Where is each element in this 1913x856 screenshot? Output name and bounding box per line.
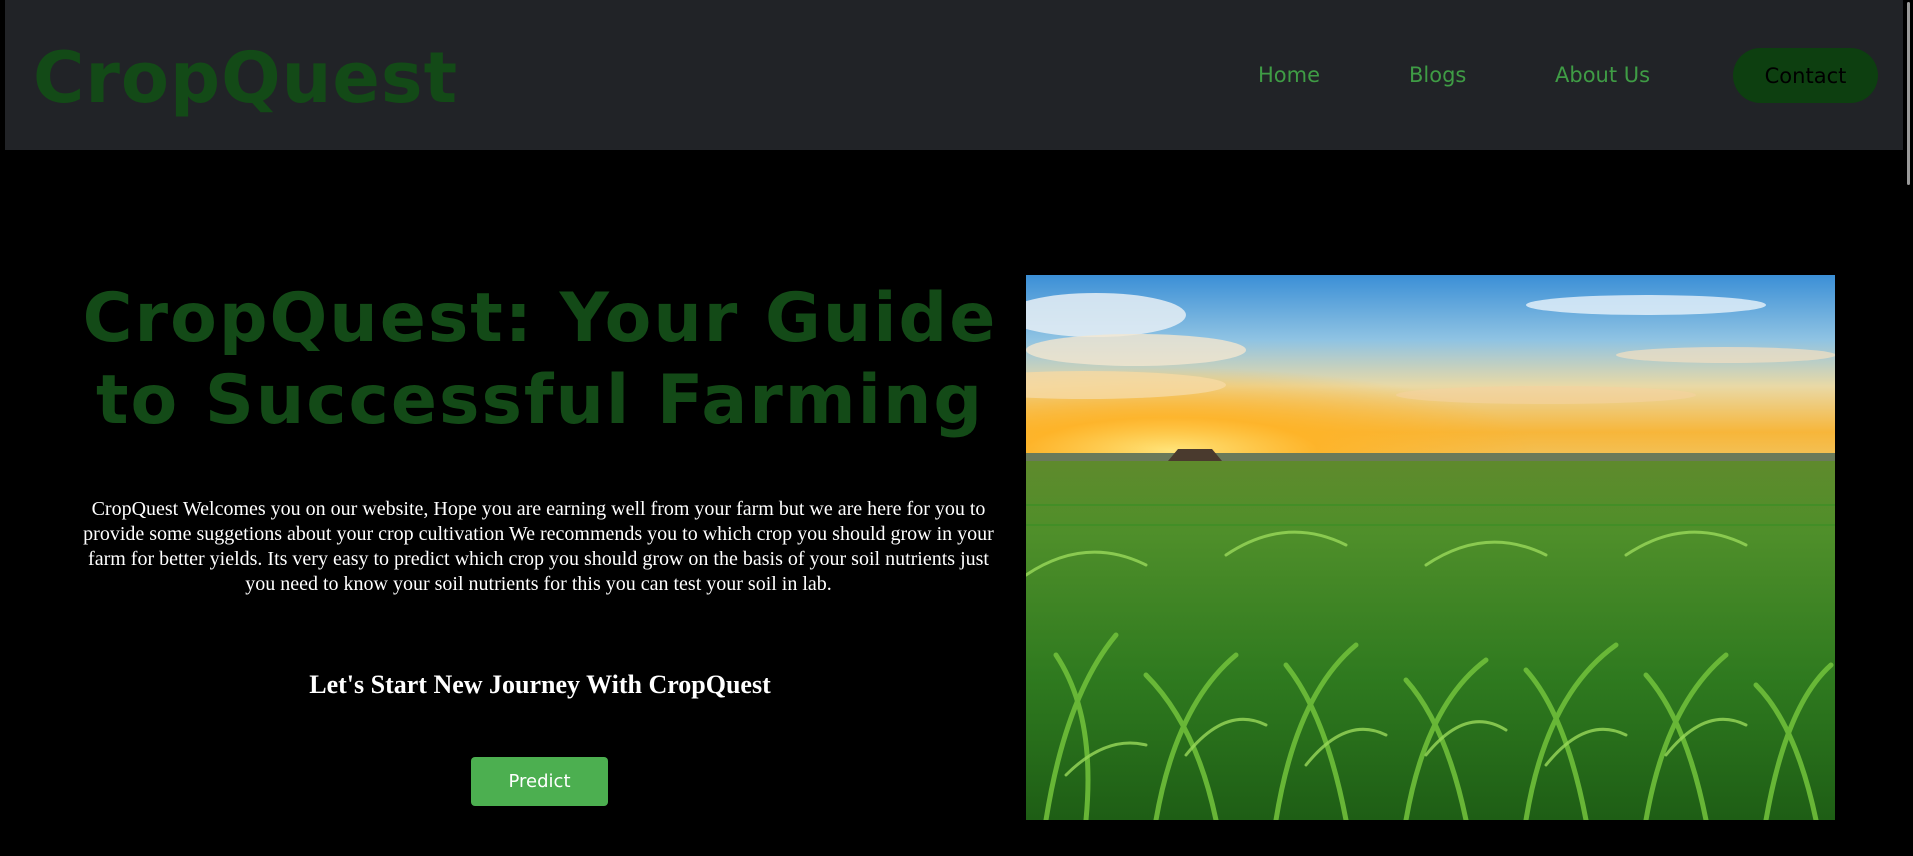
nav-home-link[interactable]: Home (1258, 60, 1320, 90)
navbar: CropQuest Home Blogs About Us Contact (5, 0, 1903, 150)
scrollbar[interactable] (1903, 0, 1913, 856)
predict-button[interactable]: Predict (471, 757, 608, 806)
brand-logo[interactable]: CropQuest (33, 36, 458, 120)
hero-subheading: Let's Start New Journey With CropQuest (309, 670, 771, 699)
contact-button[interactable]: Contact (1733, 48, 1878, 103)
scrollbar-thumb[interactable] (1907, 2, 1910, 185)
cornfield-sunset-photo (1026, 275, 1835, 820)
nav-about-link[interactable]: About Us (1555, 60, 1650, 90)
hero-description: CropQuest Welcomes you on our website, H… (83, 498, 994, 595)
nav-blogs-link[interactable]: Blogs (1409, 60, 1466, 90)
hero-title: CropQuest: Your Guide to Successful Farm… (82, 279, 998, 440)
